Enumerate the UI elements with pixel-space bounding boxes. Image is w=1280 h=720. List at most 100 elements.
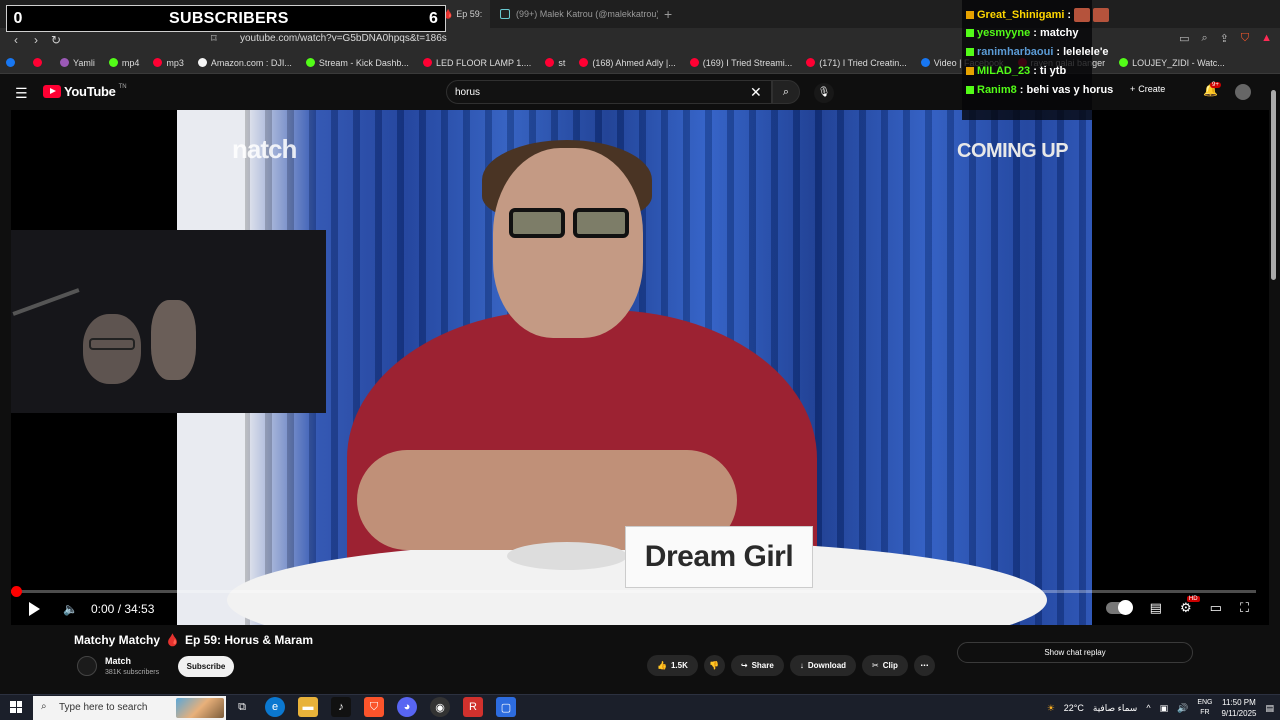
edge-icon[interactable]: e — [265, 697, 285, 717]
tray-chevron-icon[interactable]: ^ — [1146, 703, 1150, 713]
bookmark-item[interactable] — [33, 58, 46, 67]
video-title-part-b: Ep 59: Horus & Maram — [184, 633, 314, 647]
address-bar[interactable]: youtube.com/watch?v=G5bDNA0hpqs&t=186s — [240, 33, 447, 44]
youtube-logo[interactable]: YouTube TN — [43, 84, 127, 99]
task-view-icon[interactable]: ⧉ — [232, 697, 252, 717]
search-icon: ⌕ — [41, 701, 47, 712]
volume-tray-icon[interactable]: 🔊 — [1177, 703, 1188, 714]
bookmark-item[interactable]: Stream - Kick Dashb... — [305, 57, 409, 68]
name-card: Dream Girl — [625, 526, 813, 588]
share-page-icon[interactable]: ⇪ — [1220, 32, 1229, 45]
clip-label: Clip — [882, 661, 898, 670]
chat-username[interactable]: Ranim8 — [977, 84, 1017, 96]
taskbar-apps: ⧉ e ▬ ♪ ⛉ ◕ ◉ R ▢ — [232, 697, 516, 717]
theater-mode-icon[interactable]: ▭ — [1210, 600, 1222, 616]
network-icon[interactable]: ▣ — [1160, 703, 1169, 714]
notification-center-icon[interactable]: ▤ — [1265, 703, 1274, 714]
more-dots-icon: ⋯ — [920, 661, 929, 670]
bookmark-item[interactable]: LED FLOOR LAMP 1.... — [422, 58, 531, 68]
bookmark-item[interactable]: mp3 — [153, 58, 184, 68]
obs-icon[interactable]: ◉ — [430, 697, 450, 717]
bookmark-item[interactable]: Amazon.com : DJI... — [197, 58, 292, 68]
windows-taskbar: ⌕ Type here to search ⧉ e ▬ ♪ ⛉ ◕ ◉ R ▢ … — [0, 694, 1280, 720]
captions-icon[interactable]: ▤ — [1150, 600, 1162, 616]
back-icon[interactable]: ‹ — [6, 33, 26, 47]
progress-bar[interactable] — [11, 586, 1256, 597]
reload-icon[interactable]: ↻ — [46, 33, 66, 47]
download-button[interactable]: ↓ Download — [789, 655, 857, 676]
create-button[interactable]: + Create — [1130, 84, 1165, 94]
clock[interactable]: 11:50 PM 9/11/2025 — [1221, 697, 1256, 719]
system-tray: ☀ 22°C سماء صافية ^ ▣ 🔊 ENG FR 11:50 PM … — [1047, 697, 1274, 719]
more-actions-button[interactable]: ⋯ — [913, 655, 935, 676]
player-right-controls: ▤ ⚙ HD ▭ ⛶ — [1105, 596, 1249, 616]
page-scrollbar[interactable] — [1271, 90, 1276, 280]
bookmark-item[interactable]: LOUJEY_ZIDI - Watc... — [1119, 58, 1225, 68]
zoom-icon[interactable]: ⌕ — [1201, 32, 1207, 45]
new-tab-icon[interactable]: + — [664, 6, 672, 22]
cast-icon[interactable]: ▭ — [1179, 32, 1189, 45]
bookmark-item[interactable]: mp4 — [108, 58, 139, 68]
menu-icon[interactable]: ☰ — [15, 85, 28, 102]
chat-username[interactable]: yesmyyne — [977, 27, 1030, 39]
bookmark-label: Stream - Kick Dashb... — [318, 57, 409, 68]
bookmark-item[interactable]: (168) Ahmed Adly |... — [579, 58, 676, 68]
video-player[interactable]: natch COMING UP Dream Girl — [11, 110, 1269, 625]
channel-subscriber-count: 381K subscribers — [105, 669, 160, 676]
player-controls: 🔈 0:00 / 34:53 ▤ ⚙ HD ▭ ⛶ — [11, 596, 1269, 622]
clip-button[interactable]: ✂ Clip — [862, 655, 908, 676]
volume-icon[interactable]: 🔈 — [63, 602, 78, 616]
weather-description: سماء صافية — [1092, 702, 1138, 713]
like-button[interactable]: 👍 1.5K — [647, 655, 698, 676]
search-button[interactable]: ⌕ — [772, 80, 800, 104]
scrubber-handle[interactable] — [11, 586, 22, 597]
share-button[interactable]: ↪ Share — [730, 655, 784, 676]
clear-search-icon[interactable]: ✕ — [750, 84, 762, 101]
bookmark-favicon-icon — [60, 58, 69, 67]
autoplay-toggle[interactable] — [1105, 600, 1133, 615]
dislike-button[interactable]: 👎 — [703, 655, 725, 676]
chat-username[interactable]: ranimharbaoui — [977, 46, 1053, 58]
tiktok-icon[interactable]: ♪ — [331, 697, 351, 717]
subscribe-button[interactable]: Subscribe — [178, 656, 234, 677]
fullscreen-icon[interactable]: ⛶ — [1240, 600, 1249, 616]
chat-text: : matchy — [1033, 27, 1079, 39]
bookmark-item[interactable]: (169) I Tried Streami... — [689, 58, 792, 68]
bookmark-item[interactable]: (171) I Tried Creatin... — [806, 58, 907, 68]
brave-shield-icon[interactable]: ⛉ — [1241, 32, 1249, 45]
show-chat-replay-button[interactable]: Show chat replay — [957, 642, 1193, 663]
forward-icon[interactable]: › — [26, 33, 46, 47]
channel-avatar[interactable] — [77, 656, 97, 676]
weather-temp[interactable]: 22°C — [1064, 703, 1084, 713]
taskbar-search-box[interactable]: ⌕ Type here to search — [33, 696, 226, 720]
clock-date: 9/11/2025 — [1221, 709, 1257, 718]
language-indicator[interactable]: ENG FR — [1197, 698, 1212, 718]
play-icon[interactable] — [29, 602, 40, 616]
file-explorer-icon[interactable]: ▬ — [298, 697, 318, 717]
show-logo: natch — [232, 134, 297, 164]
bookmark-item[interactable]: Yamli — [60, 58, 95, 68]
subscriber-counter-overlay: 0 SUBSCRIBERS 6 — [6, 5, 446, 32]
chat-message: yesmyyne: matchy — [966, 27, 1078, 39]
chat-username[interactable]: Great_Shinigami — [977, 9, 1064, 21]
bookmark-icon[interactable]: ⌑ — [211, 32, 217, 45]
bookmark-item[interactable]: st — [545, 58, 565, 68]
app-blue-icon[interactable]: ▢ — [496, 697, 516, 717]
chat-username[interactable]: MILAD_23 — [977, 65, 1030, 77]
clock-time: 11:50 PM — [1222, 698, 1256, 707]
brave-rewards-icon[interactable]: ▲ — [1261, 32, 1272, 45]
voice-search-icon[interactable]: 🎙 — [814, 83, 834, 103]
settings-gear-icon[interactable]: ⚙ HD — [1180, 596, 1200, 616]
account-avatar[interactable] — [1235, 84, 1251, 100]
plus-icon: + — [1130, 84, 1136, 94]
channel-name[interactable]: Match — [105, 656, 131, 666]
toolbar-icons: ▭ ⌕ ⇪ ⛉ ▲ — [1179, 32, 1272, 45]
tab-tiktok[interactable]: (99+) Malek Katrou (@malekkatrou) | — [490, 0, 658, 28]
windows-start-icon[interactable] — [10, 701, 22, 713]
discord-icon[interactable]: ◕ — [397, 697, 417, 717]
bookmark-label: LOUJEY_ZIDI - Watc... — [1132, 57, 1225, 68]
search-input[interactable]: horus — [446, 80, 772, 104]
capcut-icon[interactable]: R — [463, 697, 483, 717]
brave-icon[interactable]: ⛉ — [364, 697, 384, 717]
bookmark-item[interactable] — [6, 58, 19, 67]
